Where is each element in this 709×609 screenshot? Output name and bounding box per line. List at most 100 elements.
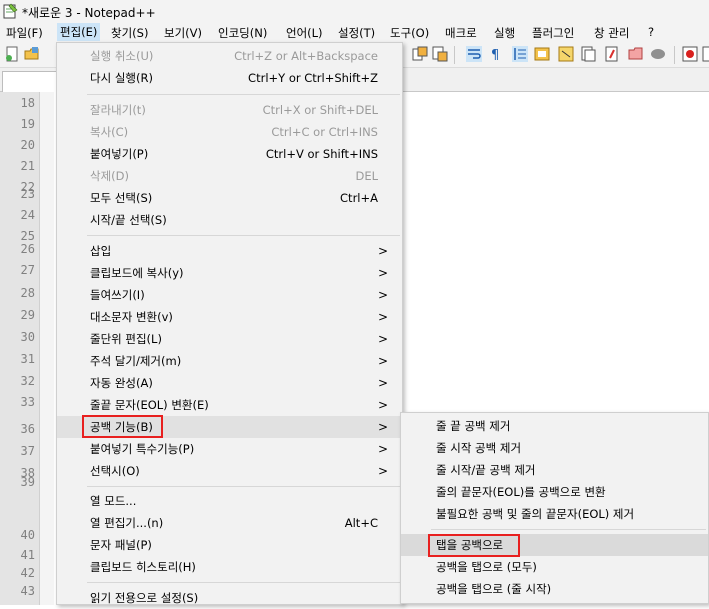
chevron-right-icon: > <box>377 332 388 346</box>
menu-item-paste[interactable]: 붙여넣기(P) Ctrl+V or Shift+INS <box>57 143 402 165</box>
chevron-right-icon: > <box>377 442 388 456</box>
menu-window[interactable]: 창 관리 <box>594 25 629 41</box>
notepad-plus-plus-icon <box>3 3 18 19</box>
line-number: 33 <box>20 395 35 409</box>
highlight-box-tab-to-space <box>428 534 520 557</box>
word-wrap-icon[interactable] <box>466 46 482 62</box>
menu-run[interactable]: 실행 <box>494 25 515 41</box>
chevron-right-icon: > <box>377 354 388 368</box>
toolbar-separator <box>454 46 455 64</box>
menu-item-paste-special[interactable]: 붙여넣기 특수기능(P) > <box>57 438 402 460</box>
line-number: 27 <box>20 263 35 277</box>
line-number: 24 <box>20 208 35 222</box>
menu-edit[interactable]: 편집(E) <box>57 23 101 41</box>
menu-separator <box>87 582 400 583</box>
menu-plugins[interactable]: 플러그인 <box>532 25 574 41</box>
line-number: 20 <box>20 138 35 152</box>
window-title: *새로운 3 - Notepad++ <box>22 6 156 20</box>
highlight-box-blank-operations <box>82 415 163 438</box>
menu-item-line-operations[interactable]: 줄단위 편집(L) > <box>57 328 402 350</box>
menu-settings[interactable]: 설정(T) <box>338 25 375 41</box>
edit-menu: 실행 취소(U) Ctrl+Z or Alt+Backspace 다시 실행(R)… <box>56 42 403 605</box>
menu-help[interactable]: ? <box>648 25 654 39</box>
chevron-right-icon: > <box>377 420 388 434</box>
fold-margin <box>40 92 54 605</box>
menu-file[interactable]: 파일(F) <box>6 25 43 41</box>
line-number: 37 <box>20 444 35 458</box>
menu-item-eol-conversion[interactable]: 줄끝 문자(EOL) 변환(E) > <box>57 394 402 416</box>
circle-icon[interactable] <box>650 46 666 62</box>
document-tab[interactable] <box>2 71 57 92</box>
document-map-icon[interactable] <box>534 46 550 62</box>
folder-icon[interactable] <box>628 46 644 62</box>
submenu-item-trim-trailing[interactable]: 줄 끝 공백 제거 <box>401 415 708 437</box>
line-number: 43 <box>20 584 35 598</box>
menu-item-column-editor[interactable]: 열 편집기...(n) Alt+C <box>57 512 402 534</box>
line-number: 40 <box>20 528 35 542</box>
stop-macro-icon[interactable] <box>702 46 709 62</box>
menu-item-begin-end-select[interactable]: 시작/끝 선택(S) <box>57 209 402 231</box>
copy-page-icon[interactable] <box>412 46 428 62</box>
function-list-icon[interactable] <box>558 46 574 62</box>
line-number: 19 <box>20 117 35 131</box>
line-number-gutter: 18 19 20 21 22 23 24 25 26 27 28 29 30 3… <box>0 92 40 605</box>
submenu-item-trim-leading-trailing[interactable]: 줄 시작/끝 공백 제거 <box>401 459 708 481</box>
menu-tools[interactable]: 도구(O) <box>390 25 429 41</box>
line-number: 41 <box>20 548 35 562</box>
menu-item-clipboard-history[interactable]: 클립보드 히스토리(H) <box>57 556 402 578</box>
line-number: 21 <box>20 159 35 173</box>
monitoring-icon[interactable] <box>604 46 620 62</box>
submenu-item-remove-unnecessary-blank-eol[interactable]: 불필요한 공백 및 줄의 끝문자(EOL) 제거 <box>401 503 708 525</box>
menu-item-convert-case[interactable]: 대소문자 변환(v) > <box>57 306 402 328</box>
line-number: 29 <box>20 308 35 322</box>
line-number: 36 <box>20 422 35 436</box>
menu-item-on-selection[interactable]: 선택시(O) > <box>57 460 402 482</box>
menu-macro[interactable]: 매크로 <box>445 25 477 41</box>
submenu-item-space-to-tab-all[interactable]: 공백을 탭으로 (모두) <box>401 556 708 578</box>
folder-workspace-icon[interactable] <box>580 46 596 62</box>
blank-operations-submenu: 줄 끝 공백 제거 줄 시작 공백 제거 줄 시작/끝 공백 제거 줄의 끝문자… <box>400 412 709 604</box>
menu-item-indent[interactable]: 들여쓰기(I) > <box>57 284 402 306</box>
menu-separator <box>87 94 400 95</box>
menu-language[interactable]: 언어(L) <box>286 25 323 41</box>
menu-view[interactable]: 보기(V) <box>164 25 202 41</box>
show-all-chars-icon[interactable]: ¶ <box>488 46 504 62</box>
chevron-right-icon: > <box>377 464 388 478</box>
toolbar-separator <box>674 46 675 64</box>
chevron-right-icon: > <box>377 244 388 258</box>
paste-page-icon[interactable] <box>432 46 448 62</box>
new-file-icon[interactable] <box>4 46 20 62</box>
chevron-right-icon: > <box>377 310 388 324</box>
menu-item-column-mode[interactable]: 열 모드... <box>57 490 402 512</box>
line-number: 25 <box>20 229 35 243</box>
chevron-right-icon: > <box>377 266 388 280</box>
menu-item-undo[interactable]: 실행 취소(U) Ctrl+Z or Alt+Backspace <box>57 45 402 67</box>
menu-item-auto-completion[interactable]: 자동 완성(A) > <box>57 372 402 394</box>
menu-bar: 파일(F) 편집(E) 찾기(S) 보기(V) 인코딩(N) 언어(L) 설정(… <box>0 22 709 42</box>
chevron-right-icon: > <box>377 398 388 412</box>
title-bar: *새로운 3 - Notepad++ <box>0 0 709 22</box>
menu-item-cut[interactable]: 잘라내기(t) Ctrl+X or Shift+DEL <box>57 99 402 121</box>
menu-encoding[interactable]: 인코딩(N) <box>218 25 267 41</box>
menu-separator <box>87 235 400 236</box>
menu-search[interactable]: 찾기(S) <box>111 25 148 41</box>
submenu-item-space-to-tab-leading[interactable]: 공백을 탭으로 (줄 시작) <box>401 578 708 600</box>
record-macro-icon[interactable] <box>682 46 698 62</box>
menu-item-character-panel[interactable]: 문자 패널(P) <box>57 534 402 556</box>
menu-item-select-all[interactable]: 모두 선택(S) Ctrl+A <box>57 187 402 209</box>
open-folder-icon[interactable] <box>24 46 40 62</box>
menu-item-set-read-only[interactable]: 읽기 전용으로 설정(S) <box>57 587 402 609</box>
menu-item-delete[interactable]: 삭제(D) DEL <box>57 165 402 187</box>
menu-separator <box>87 486 400 487</box>
menu-item-copy-to-clipboard[interactable]: 클립보드에 복사(y) > <box>57 262 402 284</box>
submenu-item-eol-to-space[interactable]: 줄의 끝문자(EOL)를 공백으로 변환 <box>401 481 708 503</box>
line-number: 23 <box>20 187 35 201</box>
indent-guide-icon[interactable] <box>512 46 528 62</box>
submenu-item-trim-leading[interactable]: 줄 시작 공백 제거 <box>401 437 708 459</box>
menu-item-comment-uncomment[interactable]: 주석 달기/제거(m) > <box>57 350 402 372</box>
menu-item-insert[interactable]: 삽입 > <box>57 240 402 262</box>
chevron-right-icon: > <box>377 288 388 302</box>
menu-item-copy[interactable]: 복사(C) Ctrl+C or Ctrl+INS <box>57 121 402 143</box>
menu-item-redo[interactable]: 다시 실행(R) Ctrl+Y or Ctrl+Shift+Z <box>57 67 402 89</box>
menu-separator <box>431 529 706 530</box>
